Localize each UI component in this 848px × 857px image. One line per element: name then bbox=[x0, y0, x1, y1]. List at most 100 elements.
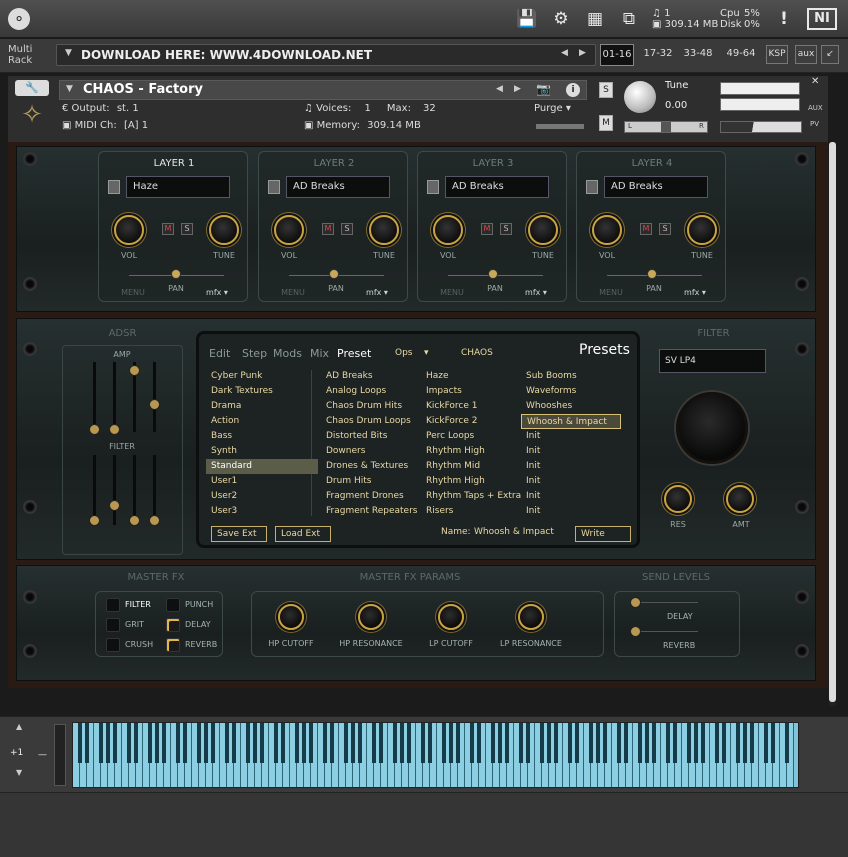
black-key[interactable] bbox=[407, 723, 411, 763]
preset-item[interactable]: Cyber Punk bbox=[206, 369, 318, 384]
black-key[interactable] bbox=[785, 723, 789, 763]
scrollbar-thumb[interactable] bbox=[829, 142, 836, 702]
ksp-button[interactable]: KSP bbox=[766, 45, 788, 64]
preset-item[interactable]: Init bbox=[521, 429, 621, 444]
black-key[interactable] bbox=[246, 723, 250, 763]
black-key[interactable] bbox=[638, 723, 642, 763]
black-key[interactable] bbox=[575, 723, 579, 763]
black-key[interactable] bbox=[547, 723, 551, 763]
black-key[interactable] bbox=[393, 723, 397, 763]
octave-up-icon[interactable]: ▲ bbox=[16, 722, 22, 731]
fx-toggle-punch[interactable] bbox=[166, 598, 180, 612]
collapse-arrow-icon[interactable]: ▼ bbox=[66, 84, 73, 94]
preset-item[interactable]: Distorted Bits bbox=[321, 429, 433, 444]
black-key[interactable] bbox=[456, 723, 460, 763]
tab-edit[interactable]: Edit bbox=[209, 347, 230, 360]
layer-preset-field[interactable]: AD Breaks bbox=[286, 176, 390, 198]
pan-handle[interactable] bbox=[329, 269, 339, 279]
preset-item[interactable]: Fragment Drones bbox=[321, 489, 433, 504]
black-key[interactable] bbox=[701, 723, 705, 763]
output-row[interactable]: € Output: st. 1 bbox=[62, 101, 139, 116]
black-key[interactable] bbox=[449, 723, 453, 763]
black-key[interactable] bbox=[666, 723, 670, 763]
fx-toggle-crush[interactable] bbox=[106, 638, 120, 652]
black-key[interactable] bbox=[526, 723, 530, 763]
vol-knob[interactable] bbox=[433, 215, 463, 245]
preset-item[interactable]: Drum Hits bbox=[321, 474, 433, 489]
warning-icon[interactable]: ! bbox=[770, 6, 798, 32]
black-key[interactable] bbox=[764, 723, 768, 763]
layer-preset-field[interactable]: AD Breaks bbox=[445, 176, 549, 198]
preset-item[interactable]: Haze bbox=[421, 369, 533, 384]
black-key[interactable] bbox=[645, 723, 649, 763]
black-key[interactable] bbox=[568, 723, 572, 763]
black-key[interactable] bbox=[134, 723, 138, 763]
pan-slider[interactable]: L R bbox=[624, 121, 708, 133]
name-value[interactable]: Whoosh & Impact bbox=[474, 527, 554, 537]
param-knob[interactable] bbox=[438, 604, 464, 630]
solo-button[interactable]: S bbox=[659, 223, 671, 235]
preset-item[interactable]: Waveforms bbox=[521, 384, 621, 399]
purge-dropdown[interactable]: Purge ▾ bbox=[534, 101, 571, 116]
preset-item[interactable]: KickForce 1 bbox=[421, 399, 533, 414]
black-key[interactable] bbox=[204, 723, 208, 763]
vol-knob[interactable] bbox=[274, 215, 304, 245]
tune-knob[interactable] bbox=[528, 215, 558, 245]
black-key[interactable] bbox=[281, 723, 285, 763]
tab-preset[interactable]: Preset bbox=[337, 347, 371, 360]
black-key[interactable] bbox=[687, 723, 691, 763]
preset-item[interactable]: Fragment Repeaters bbox=[321, 504, 433, 519]
mute-button[interactable]: M bbox=[599, 115, 613, 131]
black-key[interactable] bbox=[498, 723, 502, 763]
black-key[interactable] bbox=[673, 723, 677, 763]
pan-handle[interactable] bbox=[171, 269, 181, 279]
preset-item[interactable]: Init bbox=[521, 474, 621, 489]
dropdown-arrow-icon[interactable]: ▼ bbox=[65, 48, 72, 58]
write-button[interactable]: Write bbox=[575, 526, 631, 542]
filter-fader[interactable] bbox=[129, 515, 140, 526]
black-key[interactable] bbox=[274, 723, 278, 763]
black-key[interactable] bbox=[99, 723, 103, 763]
aux-label[interactable]: AUX bbox=[808, 104, 823, 112]
preset-item[interactable]: Rhythm High bbox=[421, 444, 533, 459]
black-key[interactable] bbox=[400, 723, 404, 763]
menu-label[interactable]: MENU bbox=[273, 288, 313, 297]
pan-handle[interactable] bbox=[647, 269, 657, 279]
solo-button[interactable]: S bbox=[500, 223, 512, 235]
preset-item[interactable]: Chaos Drum Loops bbox=[321, 414, 433, 429]
filter-fader[interactable] bbox=[89, 515, 100, 526]
preset-item[interactable]: KickForce 2 bbox=[421, 414, 533, 429]
black-key[interactable] bbox=[372, 723, 376, 763]
preset-item[interactable]: Init bbox=[521, 504, 621, 519]
preset-item[interactable]: Dark Textures bbox=[206, 384, 318, 399]
layer-preset-field[interactable]: Haze bbox=[126, 176, 230, 198]
black-key[interactable] bbox=[743, 723, 747, 763]
black-key[interactable] bbox=[197, 723, 201, 763]
amp-fader[interactable] bbox=[89, 424, 100, 435]
preset-item[interactable]: User3 bbox=[206, 504, 318, 519]
rack-tab-33-48[interactable]: 33-48 bbox=[680, 44, 716, 66]
tune-knob[interactable] bbox=[209, 215, 239, 245]
amp-fader[interactable] bbox=[149, 399, 160, 410]
black-key[interactable] bbox=[225, 723, 229, 763]
preset-item[interactable]: Drama bbox=[206, 399, 318, 414]
midi-row[interactable]: ▣ MIDI Ch: [A] 1 bbox=[62, 118, 148, 133]
vol-knob[interactable] bbox=[114, 215, 144, 245]
ops-dropdown[interactable]: Ops ▾ bbox=[395, 348, 428, 358]
black-key[interactable] bbox=[421, 723, 425, 763]
speaker-icon[interactable] bbox=[427, 180, 439, 194]
rack-tab-49-64[interactable]: 49-64 bbox=[722, 44, 760, 66]
black-key[interactable] bbox=[148, 723, 152, 763]
rack-tab-17-32[interactable]: 17-32 bbox=[640, 44, 676, 66]
filter-type-dropdown[interactable]: SV LP4 bbox=[659, 349, 766, 373]
preset-item[interactable]: Rhythm Mid bbox=[421, 459, 533, 474]
speaker-icon[interactable] bbox=[586, 180, 598, 194]
tab-mix[interactable]: Mix bbox=[310, 347, 329, 360]
next-arrow-icon[interactable]: ▶ bbox=[579, 48, 586, 58]
mfx-dropdown[interactable]: mfx ▾ bbox=[516, 288, 556, 297]
black-key[interactable] bbox=[722, 723, 726, 763]
fx-toggle-delay[interactable] bbox=[166, 618, 180, 632]
black-key[interactable] bbox=[603, 723, 607, 763]
preset-item[interactable]: Chaos Drum Hits bbox=[321, 399, 433, 414]
black-key[interactable] bbox=[736, 723, 740, 763]
